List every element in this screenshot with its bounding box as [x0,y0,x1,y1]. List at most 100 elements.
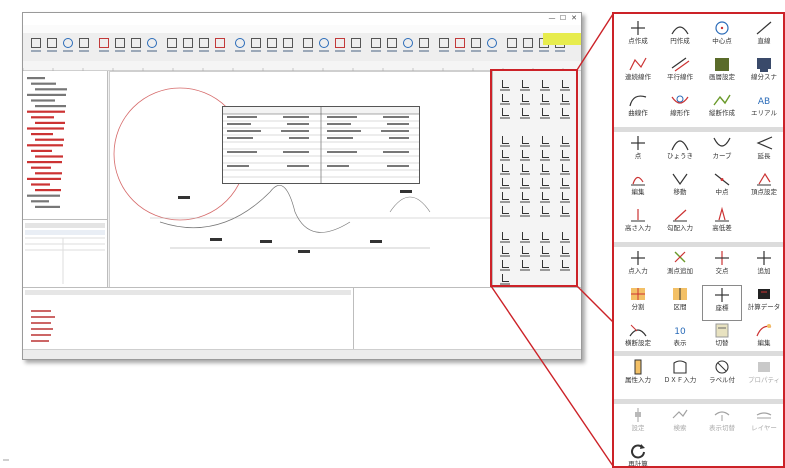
display-icon: 10 [674,327,686,337]
callout-line-bottom [490,285,614,467]
callout-line-top [576,13,614,71]
palette-tool-cross[interactable]: 交点 [702,249,742,285]
tool-palette-zoom: 点作成 円作成 中心点 直線連続線作 平行線作 画層設定 線分スナ曲線作 線形作 縦断作成 AB エ… [612,12,785,468]
palette-tool-label: プロパティ [747,376,781,384]
arch-icon [671,140,689,151]
palette-tool-layer2[interactable]: レイヤー [744,406,783,442]
palette-tool-snap[interactable]: 線分スナ [744,55,783,91]
palette-tool-label: 平行線作 [667,73,693,81]
palette-tool-label: 追加 [757,267,771,275]
layer-icon [715,58,729,71]
palette-tool-label: 編集 [631,188,645,196]
palette-tool-dxf[interactable]: ＤＸＦ入力 [660,358,700,394]
svg-text:AB: AB [758,97,770,107]
palette-tool-display[interactable]: 10 表示 [660,321,700,357]
palette-tool-curve[interactable]: 曲線作 [618,91,658,127]
palette-tool-label: 移動 [673,188,687,196]
palette-tool-search[interactable]: 検索 [660,406,700,442]
palette-tool-label: 円作成 [670,37,690,45]
callout-highlight-box [490,69,578,287]
svg-text:10: 10 [674,327,686,337]
vcurve-icon [713,137,731,147]
palette-tool-plus[interactable]: 点 [618,134,658,170]
palette-tool-label[interactable]: ラベル付 [702,358,742,394]
edit2-icon [756,324,772,337]
palette-tool-attribute[interactable]: 属性入力 [618,358,658,394]
palette-tool-label: ひょうき [667,152,693,160]
palette-tool-midpoint[interactable]: 中点 [702,170,742,206]
split-icon [631,288,645,300]
palette-tool-coord[interactable]: 座標 [702,285,742,321]
palette-tool-arch[interactable]: ひょうき [660,134,700,170]
height-icon [631,209,645,222]
extend-icon [756,136,773,150]
snap-icon [757,58,771,72]
palette-tool-plus[interactable]: 点作成 [618,19,658,55]
palette-tool-edit2[interactable]: 編集 [744,321,783,357]
palette-tool-label: 座標 [715,304,729,312]
palette-section-divider [614,127,783,132]
palette-tool-setting[interactable]: 設定 [618,406,658,442]
palette-tool-polyline[interactable]: 連続線作 [618,55,658,91]
palette-tool-vertex[interactable]: 頂点設定 [744,170,783,206]
palette-tool-property[interactable]: プロパティ [744,358,783,394]
palette-tool-label: 検索 [673,424,687,432]
palette-tool-label: 中点 [715,188,729,196]
palette-tool-edit[interactable]: 編集 [618,170,658,206]
palette-tool-add[interactable]: 追加 [744,249,783,285]
palette-section-divider [614,399,783,404]
palette-tool-alignment[interactable]: 線形作 [660,91,700,127]
palette-tool-parallel[interactable]: 平行線作 [660,55,700,91]
palette-tool-extend[interactable]: 延長 [744,134,783,170]
parallel-icon [671,57,690,72]
layer2-icon [756,412,772,419]
palette-tool-recalc[interactable]: 再計算 [618,442,658,468]
midpoint-icon [714,173,730,186]
palette-tool-height[interactable]: 高さ入力 [618,206,658,242]
palette-tool-vcurve[interactable]: カーブ [702,134,742,170]
palette-tool-label: 切替 [715,339,729,347]
palette-tool-plus[interactable]: 点入力 [618,249,658,285]
palette-tool-layer[interactable]: 画層設定 [702,55,742,91]
cross-icon [715,251,729,265]
palette-tool-label: 中心点 [712,37,732,45]
palette-tool-line[interactable]: 直線 [744,19,783,55]
palette-tool-label: 区間 [673,303,687,311]
area-icon: AB [758,97,770,107]
palette-tool-slope[interactable]: 勾配入力 [660,206,700,242]
palette-tool-cross-section[interactable]: 横断設定 [618,321,658,357]
add-icon [757,251,771,265]
palette-tool-profile[interactable]: 縦断作成 [702,91,742,127]
palette-tool-arc[interactable]: 円作成 [660,19,700,55]
palette-tool-label: 線形作 [670,109,690,117]
palette-tool-label: 線分スナ [751,73,777,81]
cross-section-icon [629,324,647,337]
palette-tool-diff[interactable]: 高低差 [702,206,742,242]
callout-line-middle [576,285,614,323]
palette-tool-switch[interactable]: 切替 [702,321,742,357]
palette-tool-label: 連続線作 [625,73,651,81]
palette-tool-view[interactable]: 表示切替 [702,406,742,442]
palette-tool-label: 計算データ [747,303,781,311]
palette-tool-circle[interactable]: 中心点 [702,19,742,55]
attribute-icon [634,359,642,375]
palette-tool-label: 再計算 [628,460,648,468]
arc-icon [671,26,689,35]
palette-tool-move[interactable]: 移動 [660,170,700,206]
palette-tool-area[interactable]: AB エリアル [744,91,783,127]
plus-icon [631,21,645,35]
palette-tool-calc[interactable]: 計算データ [744,285,783,321]
palette-tool-label: 分割 [631,303,645,311]
palette-tool-label: 直線 [757,37,771,45]
view-icon [714,411,730,421]
curve-icon [629,95,647,107]
palette-tool-section[interactable]: 区間 [660,285,700,321]
circle-icon [715,21,729,35]
label-icon [715,360,729,374]
palette-tool-split[interactable]: 分割 [618,285,658,321]
calc-icon [758,289,770,299]
palette-tool-station[interactable]: 測点追加 [660,249,700,285]
section-icon [673,288,687,300]
palette-tool-label: 点入力 [628,267,648,275]
recalc-icon [631,444,645,459]
